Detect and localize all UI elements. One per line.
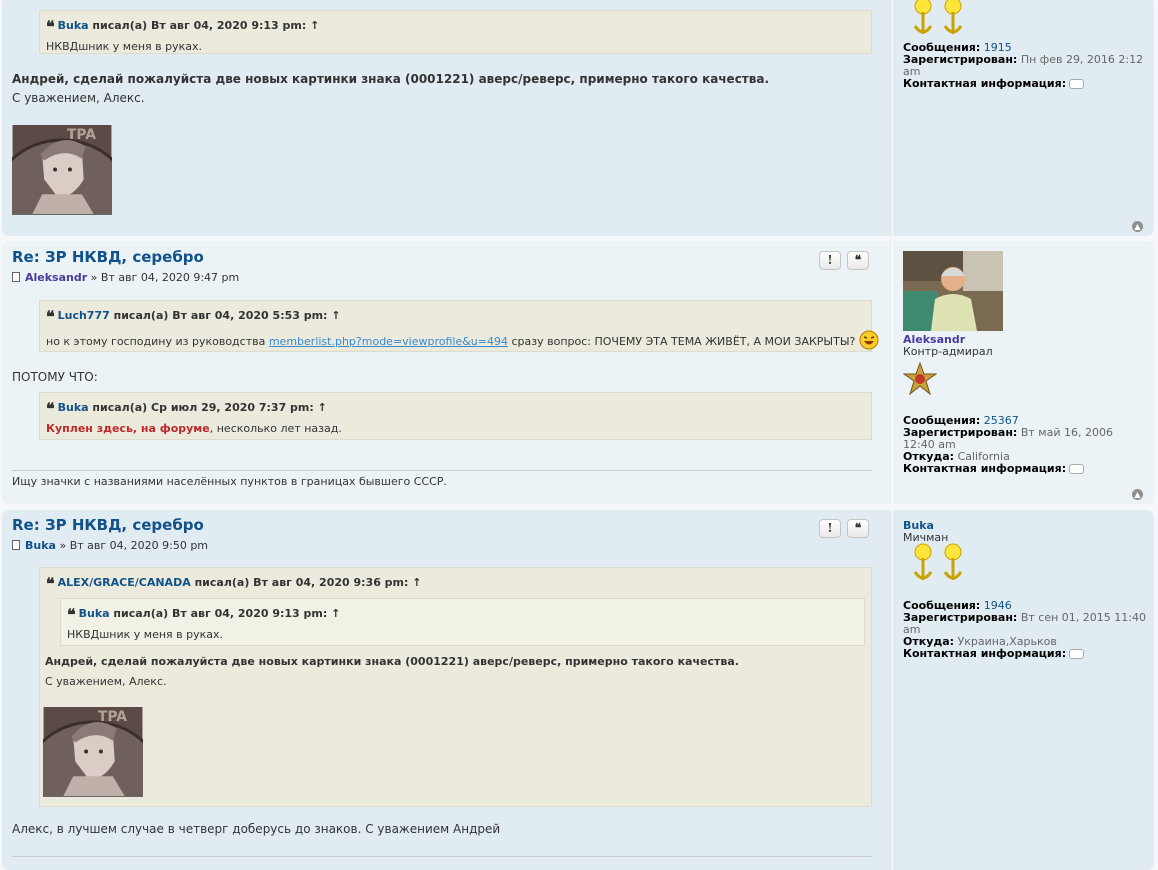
quote-text-before: но к этому господину из руководства <box>46 335 266 348</box>
post-title[interactable]: Re: ЗР НКВД, серебро <box>12 248 204 266</box>
quote-text: но к этому господину из руководства memb… <box>46 330 879 350</box>
quote-author[interactable]: ALEX/GRACE/CANADA <box>58 576 191 589</box>
post-profile: Aleksandr Контр-адмирал Сообщения: 25367… <box>892 241 1147 504</box>
quote-author[interactable]: Buka <box>58 19 89 32</box>
post-text-line: ПОТОМУ ЧТО: <box>12 370 98 384</box>
svg-text:TPA: TPA <box>67 127 96 143</box>
profile-info: Сообщения: 1946 Зарегистрирован: Вт сен … <box>903 600 1148 660</box>
quote-meta: писал(а) Вт авг 04, 2020 5:53 pm: <box>113 309 328 322</box>
quote-text: НКВДшник у меня в руках. <box>67 628 224 641</box>
contact-label: Контактная информация: <box>903 77 1067 90</box>
quote-text: Куплен здесь, на форуме, несколько лет н… <box>46 422 865 435</box>
quote-text-after: сразу вопрос: ПОЧЕМУ ЭТА ТЕМА ЖИВЁТ, А М… <box>511 335 856 348</box>
quote-rest-text: , несколько лет назад. <box>209 422 342 435</box>
rank-anchor-icon <box>913 0 933 34</box>
contact-label: Контактная информация: <box>903 647 1067 660</box>
signature-divider <box>12 856 872 857</box>
quote-author[interactable]: Buka <box>58 401 89 414</box>
report-button[interactable]: ! <box>819 519 841 538</box>
attached-image[interactable]: TPA <box>12 125 112 215</box>
post-3: Re: ЗР НКВД, серебро Buka » Вт авг 04, 2… <box>2 510 1154 870</box>
post-text-line: Андрей, сделай пожалуйста две новых карт… <box>12 72 770 86</box>
rank-star-icon <box>903 362 937 396</box>
quote-jump-arrow[interactable]: ↑ <box>412 576 421 589</box>
quote-button[interactable]: ❝ <box>847 251 869 270</box>
quote-icon: ❝ <box>46 307 55 326</box>
svg-text:TPA: TPA <box>98 709 127 725</box>
contact-icon[interactable] <box>1069 464 1085 474</box>
report-button[interactable]: ! <box>819 251 841 270</box>
rank-anchor-icon <box>913 543 933 580</box>
profile-info: Сообщения: 25367 Зарегистрирован: Вт май… <box>903 415 1148 475</box>
avatar[interactable] <box>903 251 1003 331</box>
rank-anchor-icon <box>943 0 963 34</box>
quote-text-line: Андрей, сделай пожалуйста две новых карт… <box>45 655 739 668</box>
quote-cite: ❝ Buka писал(а) Вт авг 04, 2020 9:13 pm: … <box>46 17 865 36</box>
profile-info: Сообщения: 1915 Зарегистрирован: Пн фев … <box>903 42 1148 90</box>
signature-divider <box>12 470 872 471</box>
quote-cite: ❝ Buka писал(а) Ср июл 29, 2020 7:37 pm: … <box>46 399 865 418</box>
quote-cite: ❝ Buka писал(а) Вт авг 04, 2020 9:13 pm: … <box>67 605 858 624</box>
quote-jump-arrow[interactable]: ↑ <box>331 607 340 620</box>
post-icon[interactable] <box>12 540 20 550</box>
post-author[interactable]: Buka <box>25 539 56 552</box>
post-author-line: Buka » Вт авг 04, 2020 9:50 pm <box>12 539 208 552</box>
quote-author[interactable]: Buka <box>79 607 110 620</box>
post-profile: Buka Мичман Сообщения: 1946 Зарегистриро… <box>892 510 1147 870</box>
contact-icon[interactable] <box>1069 79 1085 89</box>
profile-rank: Контр-адмирал <box>903 345 993 358</box>
post-icon[interactable] <box>12 272 20 282</box>
post-title[interactable]: Re: ЗР НКВД, серебро <box>12 516 204 534</box>
quote-jump-arrow[interactable]: ↑ <box>318 401 327 414</box>
quote-text-line: С уважением, Алекс. <box>45 675 167 688</box>
quote-jump-arrow[interactable]: ↑ <box>310 19 319 32</box>
post-profile: Сообщения: 1915 Зарегистрирован: Пн фев … <box>892 0 1147 236</box>
post-author[interactable]: Aleksandr <box>25 271 87 284</box>
quote-block: ❝ Buka писал(а) Ср июл 29, 2020 7:37 pm: … <box>39 392 872 440</box>
quote-button[interactable]: ❝ <box>847 519 869 538</box>
quote-meta: писал(а) Вт авг 04, 2020 9:13 pm: <box>113 607 328 620</box>
quote-block: ❝ Luch777 писал(а) Вт авг 04, 2020 5:53 p… <box>39 300 879 352</box>
quote-red-text: Куплен здесь, на форуме <box>46 422 210 435</box>
quote-icon: ❝ <box>46 399 55 418</box>
contact-label: Контактная информация: <box>903 462 1067 475</box>
post-text-line: С уважением, Алекс. <box>12 91 145 105</box>
post-text-line: Алекс, в лучшем случае в четверг доберус… <box>12 822 501 836</box>
signature: Ищу значки с названиями населённых пункт… <box>12 475 447 488</box>
attached-image[interactable]: TPA <box>43 707 143 797</box>
laughing-smiley-icon <box>859 330 879 350</box>
quote-cite: ❝ Luch777 писал(а) Вт авг 04, 2020 5:53 p… <box>46 307 865 326</box>
quote-meta: писал(а) Вт авг 04, 2020 9:13 pm: <box>92 19 307 32</box>
quote-icon: ❝ <box>46 17 55 36</box>
quote-author[interactable]: Luch777 <box>58 309 110 322</box>
quote-jump-arrow[interactable]: ↑ <box>331 309 340 322</box>
nested-quote-block: ❝ Buka писал(а) Вт авг 04, 2020 9:13 pm: … <box>60 598 865 646</box>
post-1: ❝ Buka писал(а) Вт авг 04, 2020 9:13 pm: … <box>2 0 1154 236</box>
quote-text: НКВДшник у меня в руках. <box>46 40 203 53</box>
post-date: » Вт авг 04, 2020 9:47 pm <box>90 271 240 284</box>
contact-icon[interactable] <box>1069 649 1085 659</box>
quote-cite: ❝ ALEX/GRACE/CANADA писал(а) Вт авг 04, 2… <box>46 574 865 593</box>
post-2: Re: ЗР НКВД, серебро Aleksandr » Вт авг … <box>2 241 1154 504</box>
post-date: » Вт авг 04, 2020 9:50 pm <box>59 539 209 552</box>
post-author-line: Aleksandr » Вт авг 04, 2020 9:47 pm <box>12 271 239 284</box>
rank-anchor-icon <box>943 543 963 580</box>
profile-link[interactable]: memberlist.php?mode=viewprofile&u=494 <box>269 335 508 348</box>
quote-icon: ❝ <box>67 605 76 624</box>
quote-meta: писал(а) Вт авг 04, 2020 9:36 pm: <box>194 576 409 589</box>
quote-meta: писал(а) Ср июл 29, 2020 7:37 pm: <box>92 401 314 414</box>
quote-icon: ❝ <box>46 574 55 593</box>
quote-block: ❝ Buka писал(а) Вт авг 04, 2020 9:13 pm: … <box>39 10 872 54</box>
